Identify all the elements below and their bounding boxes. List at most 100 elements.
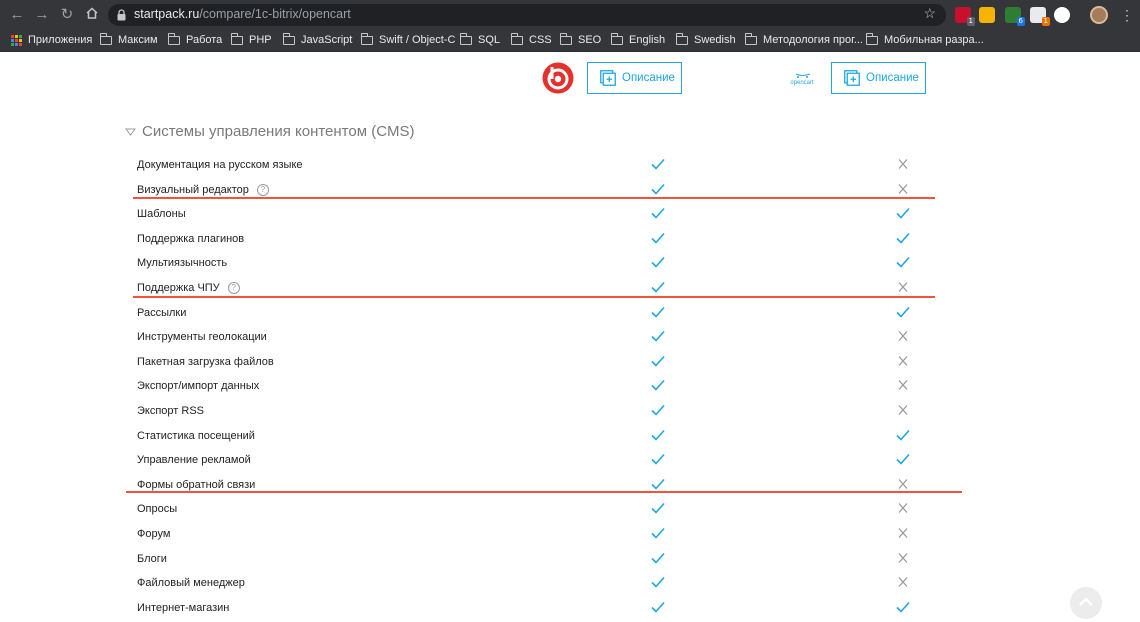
annotation-line xyxy=(126,491,962,493)
cross-icon xyxy=(896,403,910,415)
bookmark-folder[interactable]: Мобильная разра... xyxy=(865,33,984,46)
feature-label: Рассылки xyxy=(137,307,186,319)
bookmark-folder[interactable]: Методология прог... xyxy=(744,33,863,46)
feature-row: Поддержка плагинов xyxy=(137,228,937,252)
check-icon xyxy=(896,428,910,441)
folder-icon xyxy=(167,33,180,45)
check-icon xyxy=(651,354,665,367)
address-bar[interactable]: startpack.ru/compare/1c-bitrix/opencart … xyxy=(108,4,946,26)
abp-icon[interactable]: 1 xyxy=(955,7,975,26)
bookmark-folder[interactable]: Максим xyxy=(99,33,158,46)
cross-icon xyxy=(896,157,910,169)
extension-badge: 1 xyxy=(1041,17,1050,26)
description-label: Описание xyxy=(622,72,675,84)
bookmark-folder[interactable]: PHP xyxy=(230,33,272,46)
feature-label: Мультиязычность xyxy=(137,257,227,269)
feature-row: Опросы xyxy=(137,498,937,522)
bookmark-folder[interactable]: Работа xyxy=(167,33,223,46)
feature-row: Статистика посещений xyxy=(137,425,937,449)
extension-badge: 6 xyxy=(1016,17,1025,26)
cross-icon xyxy=(896,280,910,292)
cross-icon xyxy=(896,575,910,588)
bookmark-star-icon[interactable]: ☆ xyxy=(923,5,936,22)
check-icon xyxy=(896,305,910,318)
profile-avatar[interactable] xyxy=(1090,6,1108,24)
extension-green-icon[interactable]: 6 xyxy=(1005,7,1025,26)
bookmark-label: Методология прог... xyxy=(763,34,863,46)
feature-row: Мультиязычность xyxy=(137,252,937,276)
bookmark-folder[interactable]: Swift / Object-C xyxy=(360,33,455,46)
feature-label: Пакетная загрузка файлов xyxy=(137,356,274,368)
bookmark-apps[interactable]: Приложения xyxy=(11,34,92,46)
description-label: Описание xyxy=(866,72,919,84)
bookmark-label: Максим xyxy=(118,34,158,46)
feature-label-text: Экспорт/импорт данных xyxy=(137,380,260,393)
feature-row: Форум xyxy=(137,523,937,547)
menu-dots-icon[interactable]: ⋮ xyxy=(1120,6,1134,24)
check-icon xyxy=(651,231,665,244)
bookmark-label: SQL xyxy=(478,34,501,46)
bookmark-label: CSS xyxy=(529,34,552,46)
chevron-up-icon xyxy=(1079,597,1093,606)
folder-icon xyxy=(865,33,878,45)
cross-icon xyxy=(896,551,910,563)
help-icon[interactable]: ? xyxy=(227,282,240,294)
feature-row: Блоги xyxy=(137,548,937,572)
bookmark-label: Работа xyxy=(186,34,223,46)
feature-label: Экспорт/импорт данных xyxy=(137,380,259,392)
folder-icon xyxy=(230,33,243,45)
bookmark-folder[interactable]: SQL xyxy=(459,33,501,46)
bookmark-folder[interactable]: SEO xyxy=(559,33,601,46)
bookmark-folder[interactable]: JavaScript xyxy=(282,33,353,46)
check-icon xyxy=(651,182,665,195)
bitrix-description-button[interactable]: Описание xyxy=(587,62,682,94)
svg-text:opencart: opencart xyxy=(790,80,814,86)
cross-icon xyxy=(896,477,910,489)
cross-icon xyxy=(896,329,910,342)
feature-row: Формы обратной связи xyxy=(137,474,937,498)
folder-icon xyxy=(559,33,572,45)
check-icon xyxy=(651,575,665,588)
feature-label: Визуальный редактор? xyxy=(137,183,269,196)
feature-label: Опросы xyxy=(137,503,177,515)
forward-icon[interactable]: → xyxy=(33,6,51,24)
scroll-to-top-button[interactable] xyxy=(1070,587,1102,619)
lock-icon xyxy=(117,9,126,21)
feature-label-text: Блоги xyxy=(137,552,167,565)
balloons-icon[interactable]: 1 xyxy=(1030,7,1050,26)
check-icon xyxy=(651,157,665,170)
feature-label: Файловый менеджер xyxy=(137,577,245,589)
feature-label: Формы обратной связи xyxy=(137,479,255,491)
check-icon xyxy=(896,452,910,465)
folder-icon xyxy=(610,33,623,45)
bookmark-folder[interactable]: English xyxy=(610,33,665,46)
bookmark-label: PHP xyxy=(249,34,272,46)
vivaldi-icon[interactable] xyxy=(1054,7,1070,23)
reload-icon[interactable]: ↻ xyxy=(58,6,76,24)
bookmark-folder[interactable]: Swedish xyxy=(675,33,736,46)
check-icon xyxy=(651,329,665,342)
section-header-cms[interactable]: Системы управления контентом (CMS) xyxy=(125,123,415,140)
help-icon[interactable]: ? xyxy=(256,183,269,196)
check-icon xyxy=(651,452,665,465)
feature-label-text: Управление рекламой xyxy=(137,454,251,467)
back-icon[interactable]: ← xyxy=(8,6,26,24)
section-title: Системы управления контентом (CMS) xyxy=(142,123,415,140)
feature-label-text: Документация на русском языке xyxy=(137,159,303,171)
bookmark-folder[interactable]: CSS xyxy=(510,33,552,46)
check-icon xyxy=(651,501,665,515)
home-icon[interactable] xyxy=(83,6,101,24)
bookmark-label: JavaScript xyxy=(301,34,353,46)
folder-icon xyxy=(360,33,373,45)
cross-icon xyxy=(896,378,910,391)
bookmarks-bar: Приложения Максим Работа PHP JavaScript Swift… xyxy=(0,30,1140,52)
opencart-description-button[interactable]: Описание xyxy=(831,62,926,94)
feature-row: Экспорт/импорт данных xyxy=(137,375,937,399)
feature-label-text: Рассылки xyxy=(137,306,187,319)
feature-label-text: Опросы xyxy=(137,503,178,516)
feature-row: Интернет-магазин xyxy=(137,597,937,621)
bookmark-label: Swedish xyxy=(694,34,736,46)
feature-row: Инструменты геолокации xyxy=(137,326,937,350)
paw-icon[interactable] xyxy=(979,7,995,23)
check-icon xyxy=(651,600,665,613)
